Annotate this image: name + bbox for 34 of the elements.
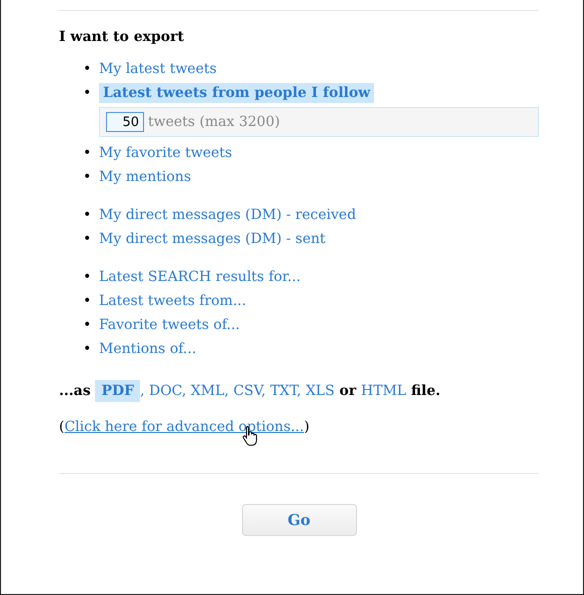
format-link[interactable]: CSV [233,383,262,399]
format-link[interactable]: XLS [306,383,335,399]
export-option-link[interactable]: My mentions [99,169,192,185]
list-bullet: • [83,292,92,311]
export-option-link[interactable]: Latest tweets from people I follow [99,83,374,103]
export-option-link[interactable]: Latest SEARCH results for... [99,269,301,285]
list-bullet: • [83,168,92,187]
export-option-link[interactable]: Favorite tweets of... [99,317,240,333]
export-option-link[interactable]: Mentions of... [99,341,196,357]
list-bullet: • [83,268,92,287]
format-link[interactable]: PDF [95,380,140,402]
list-bullet: • [83,144,92,163]
format-link[interactable]: HTML [361,383,406,399]
list-bullet: • [83,206,92,225]
list-bullet: • [83,316,92,335]
list-bullet: • [83,230,92,249]
section-heading: I want to export [59,29,185,45]
list-bullet: • [83,84,92,103]
list-bullet: • [83,340,92,359]
format-link[interactable]: DOC [148,383,182,399]
format-link[interactable]: XML [190,383,224,399]
export-option-link[interactable]: My latest tweets [99,61,217,77]
format-link[interactable]: TXT [270,383,297,399]
export-option-link[interactable]: My favorite tweets [99,145,232,161]
export-option-link[interactable]: My direct messages (DM) - sent [99,231,326,247]
advanced-options-link[interactable]: Click here for advanced options... [64,419,304,435]
advanced-options-sentence: (Click here for advanced options...) [59,419,539,435]
count-input[interactable]: 50 [106,112,144,132]
export-option-link[interactable]: My direct messages (DM) - received [99,207,356,223]
format-sentence: ...as PDF , DOC, XML, CSV, TXT, XLS or HTML file. [59,379,539,403]
export-option-link[interactable]: Latest tweets from... [99,293,246,309]
go-button[interactable]: Go [242,504,356,536]
list-bullet: • [83,60,92,79]
count-hint: tweets (max 3200) [148,113,280,131]
